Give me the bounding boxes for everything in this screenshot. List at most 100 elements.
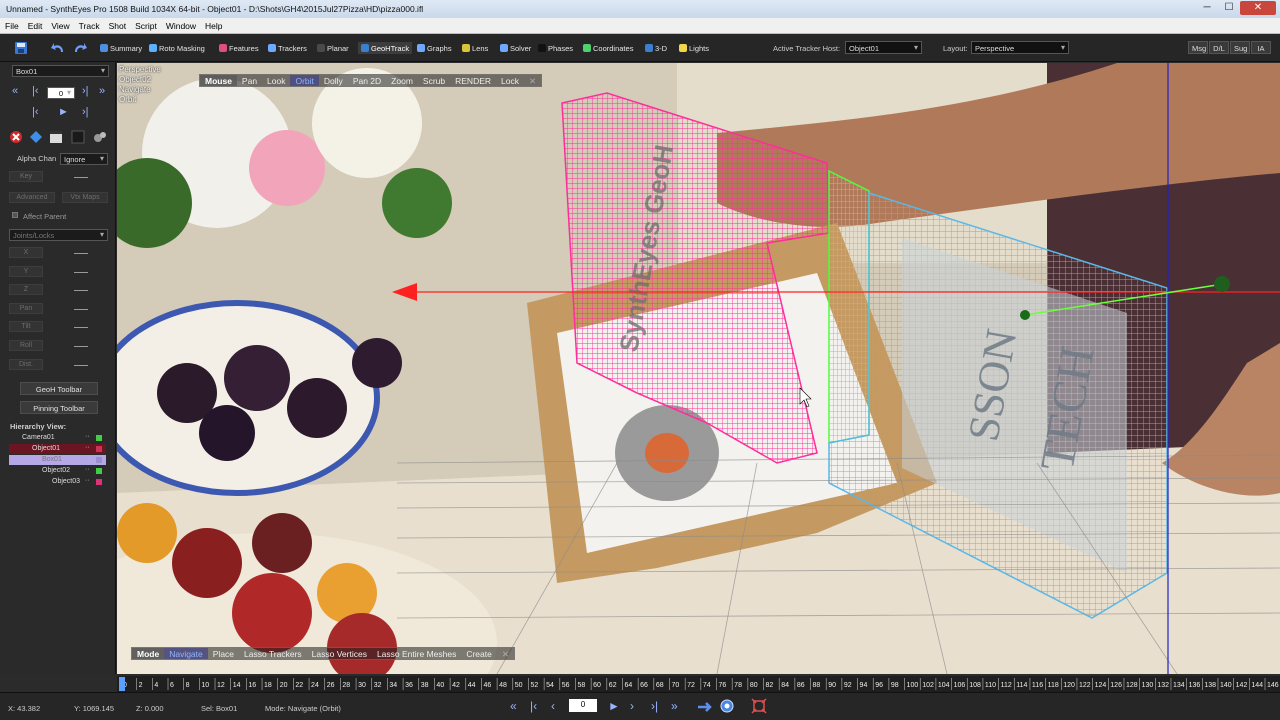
mesh-window-icon[interactable] <box>49 130 63 144</box>
fast-forward-button[interactable]: » <box>671 699 678 713</box>
blank-swatch-icon[interactable] <box>71 130 85 144</box>
room-button-roto-masking[interactable]: Roto Masking <box>149 42 205 54</box>
timeline-playhead[interactable] <box>119 677 125 691</box>
axis-button-dist[interactable]: Dist. <box>9 358 43 370</box>
mode-menu-item-lasso-trackers[interactable]: Lasso Trackers <box>239 648 307 659</box>
fit-time-icon[interactable] <box>751 698 767 714</box>
color-swatch[interactable] <box>96 468 102 474</box>
close-button[interactable]: ✕ <box>1240 1 1276 15</box>
mouse-menu-item-render[interactable]: RENDER <box>450 75 496 86</box>
play-button[interactable]: ► <box>608 699 620 713</box>
mouse-menu-item-look[interactable]: Look <box>262 75 290 86</box>
room-button-summary[interactable]: Summary <box>100 42 142 54</box>
zoom-time-icon[interactable] <box>719 698 735 714</box>
menu-shot[interactable]: Shot <box>104 18 131 31</box>
menu-file[interactable]: File <box>0 18 23 31</box>
color-swatch[interactable] <box>96 479 102 485</box>
mode-menu-item-place[interactable]: Place <box>208 648 239 659</box>
color-swatch[interactable] <box>96 435 102 441</box>
room-button-graphs[interactable]: Graphs <box>417 42 452 54</box>
status-frame-input[interactable]: 0 <box>569 699 597 712</box>
alpha-channel-select[interactable]: Ignore <box>60 153 108 165</box>
menu-view[interactable]: View <box>46 18 73 31</box>
hierarchy-item[interactable]: Object02 ·· <box>9 466 106 476</box>
axis-button-y[interactable]: Y <box>9 265 43 277</box>
hierarchy-item[interactable]: Camera01 ·· <box>9 433 106 443</box>
mouse-menu-close-icon[interactable]: ✕ <box>524 75 541 86</box>
mode-menu-close-icon[interactable]: ✕ <box>497 648 514 659</box>
link-arrow-icon[interactable] <box>29 130 43 144</box>
mouse-menu-item-pan[interactable]: Pan <box>237 75 262 86</box>
perspective-viewport[interactable]: SynthEyes GeoH SSON TECH Perspective Obj… <box>117 63 1280 674</box>
layout-select[interactable]: Perspective <box>971 41 1069 54</box>
delete-icon[interactable] <box>9 130 23 144</box>
fast-forward-icon[interactable]: » <box>99 85 105 97</box>
msg-button[interactable]: Msg <box>1188 41 1208 54</box>
pinning-toolbar-button[interactable]: Pinning Toolbar <box>20 401 98 414</box>
room-button-solver[interactable]: Solver <box>500 42 531 54</box>
mouse-menu-item-zoom[interactable]: Zoom <box>386 75 418 86</box>
step-back-button[interactable]: ‹ <box>551 699 555 713</box>
loop-arrow-icon[interactable] <box>697 701 715 713</box>
geoh-toolbar-button[interactable]: GeoH Toolbar <box>20 382 98 395</box>
play-icon[interactable]: ► <box>58 106 69 118</box>
hierarchy-item[interactable]: Object03 ·· <box>9 477 106 487</box>
room-button-3-d[interactable]: 3-D <box>645 42 667 54</box>
scene-render[interactable]: SynthEyes GeoH SSON TECH <box>117 63 1280 674</box>
object-select[interactable]: Box01 <box>12 65 109 77</box>
mouse-menu-item-dolly[interactable]: Dolly <box>319 75 348 86</box>
room-button-lights[interactable]: Lights <box>679 42 709 54</box>
menu-track[interactable]: Track <box>74 18 104 31</box>
room-button-features[interactable]: Features <box>219 42 259 54</box>
room-button-coordinates[interactable]: Coordinates <box>583 42 633 54</box>
step-back-icon[interactable]: |‹ <box>32 106 39 118</box>
hierarchy-item[interactable]: Box01 ·· <box>9 455 106 465</box>
affect-parent-checkbox[interactable] <box>12 212 18 218</box>
axis-button-z[interactable]: Z <box>9 284 43 296</box>
joints-locks-select[interactable]: Joints/Locks <box>9 229 108 241</box>
timeline-ruler[interactable]: 0246810121416182022242628303234363840424… <box>117 676 1280 692</box>
room-button-geohtrack[interactable]: GeoHTrack <box>358 42 413 54</box>
vtx-maps-button[interactable]: Vtx Maps <box>62 192 108 203</box>
menu-window[interactable]: Window <box>161 18 200 31</box>
minimize-button[interactable]: ─ <box>1196 1 1218 15</box>
step-forward-icon[interactable]: ›| <box>82 106 89 118</box>
prev-key-icon[interactable]: |‹ <box>32 85 39 97</box>
mouse-menu-item-lock[interactable]: Lock <box>496 75 524 86</box>
rewind-button[interactable]: « <box>510 699 517 713</box>
menu-edit[interactable]: Edit <box>23 18 47 31</box>
timeline-bar[interactable]: 0246810121416182022242628303234363840424… <box>117 676 1280 692</box>
prev-key-button[interactable]: |‹ <box>530 699 537 713</box>
axis-button-x[interactable]: X <box>9 247 43 258</box>
rewind-icon[interactable]: « <box>12 85 18 97</box>
mode-menu-item-lasso-vertices[interactable]: Lasso Vertices <box>307 648 372 659</box>
room-button-lens[interactable]: Lens <box>462 42 488 54</box>
color-swatch[interactable] <box>96 446 102 452</box>
save-icon[interactable] <box>14 41 28 55</box>
room-button-phases[interactable]: Phases <box>538 42 573 54</box>
menu-script[interactable]: Script <box>130 18 161 31</box>
redo-icon[interactable] <box>72 41 88 55</box>
mouse-menu-item-orbit[interactable]: Orbit <box>290 75 319 86</box>
visibility-dots-icon[interactable]: ·· <box>85 477 90 484</box>
next-key-icon[interactable]: ›| <box>82 85 89 97</box>
menu-help[interactable]: Help <box>200 18 226 31</box>
axis-button-roll[interactable]: Roll <box>9 340 43 351</box>
room-button-trackers[interactable]: Trackers <box>268 42 307 54</box>
mode-menu-item-navigate[interactable]: Navigate <box>164 648 208 659</box>
gears-icon[interactable] <box>93 130 107 144</box>
axis-button-tilt[interactable]: Tilt <box>9 321 43 333</box>
room-button-planar[interactable]: Planar <box>317 42 349 54</box>
frame-input[interactable]: 0 <box>47 87 75 99</box>
axis-button-pan[interactable]: Pan <box>9 302 43 314</box>
key-button[interactable]: Key <box>9 171 43 182</box>
color-swatch[interactable] <box>96 457 102 463</box>
visibility-dots-icon[interactable]: ·· <box>85 455 90 462</box>
tracker-host-select[interactable]: Object01 <box>845 41 922 54</box>
ia-button[interactable]: IA <box>1251 41 1271 54</box>
visibility-dots-icon[interactable]: ·· <box>85 444 90 451</box>
dl-button[interactable]: D/L <box>1209 41 1229 54</box>
advanced-button[interactable]: Advanced <box>9 192 55 203</box>
undo-icon[interactable] <box>50 41 66 55</box>
next-key-button[interactable]: ›| <box>651 699 658 713</box>
